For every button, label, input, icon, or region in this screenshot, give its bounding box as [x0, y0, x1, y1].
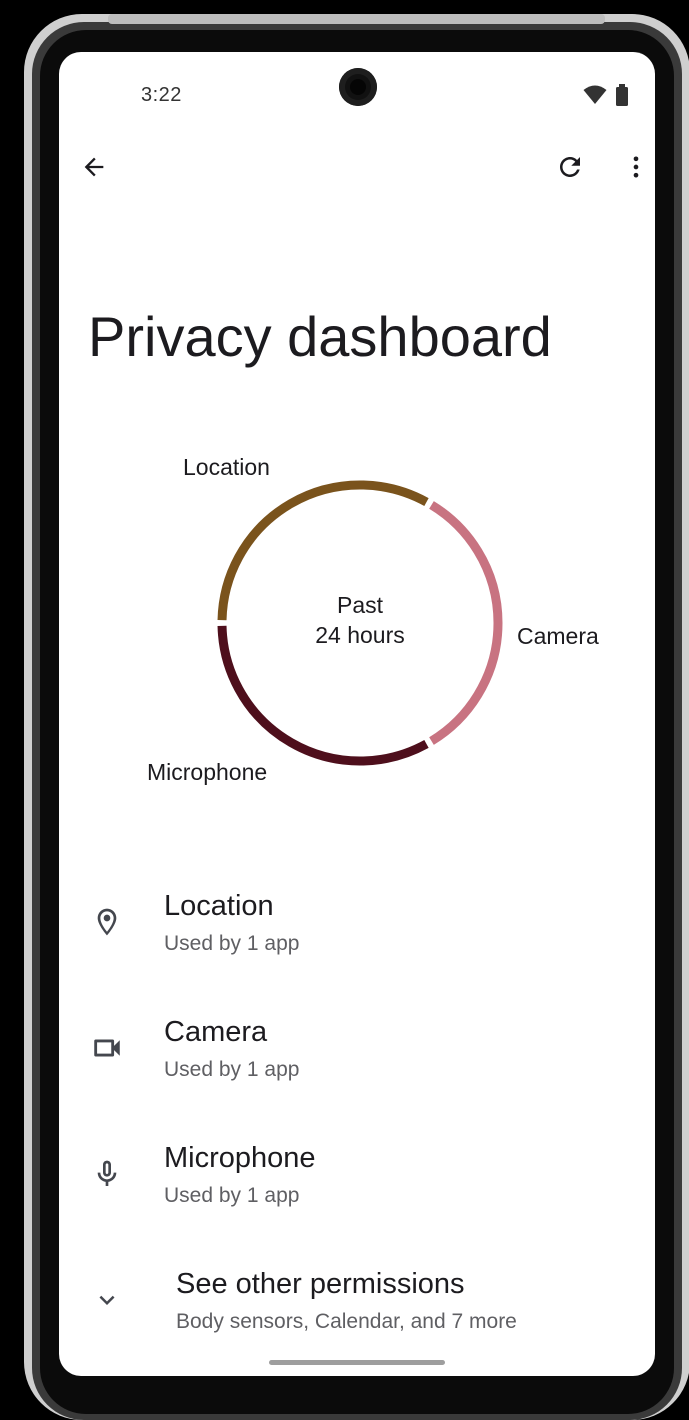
device-top-edge	[108, 14, 605, 24]
arrow-back-icon	[80, 153, 108, 186]
location-pin-icon	[87, 902, 127, 942]
microphone-icon	[87, 1154, 127, 1194]
permission-title: Location	[164, 890, 274, 922]
center-text-line-1: Past	[336, 592, 384, 618]
permission-title: Camera	[164, 1016, 268, 1048]
status-time: 3:22	[141, 84, 182, 106]
front-camera	[339, 68, 377, 106]
wifi-icon	[583, 85, 607, 110]
gesture-nav-handle[interactable]	[269, 1360, 445, 1365]
page-title: Privacy dashboard	[88, 305, 552, 368]
see-other-permissions-title: See other permissions	[176, 1268, 465, 1300]
battery-icon	[615, 84, 629, 111]
permission-row-microphone[interactable]: Microphone Used by 1 app	[59, 1124, 655, 1236]
phone-screen: 3:22 Privacy dashboard Location Camera M…	[59, 52, 655, 1376]
permission-subtitle: Used by 1 app	[164, 1058, 300, 1081]
status-icons	[583, 84, 629, 111]
chart-label-camera: Camera	[517, 623, 599, 649]
permission-subtitle: Used by 1 app	[164, 932, 300, 955]
permission-row-location[interactable]: Location Used by 1 app	[59, 872, 655, 984]
see-other-permissions-subtitle: Body sensors, Calendar, and 7 more	[176, 1310, 517, 1333]
center-text-line-2: 24 hours	[315, 622, 405, 648]
refresh-icon	[555, 152, 585, 187]
refresh-button[interactable]	[546, 145, 594, 193]
back-button[interactable]	[70, 145, 118, 193]
permission-subtitle: Used by 1 app	[164, 1184, 300, 1207]
usage-donut-chart: Location Camera Microphone Past 24 hours	[59, 432, 655, 832]
app-bar	[59, 142, 655, 198]
permission-row-camera[interactable]: Camera Used by 1 app	[59, 998, 655, 1110]
more-options-button[interactable]	[612, 145, 655, 193]
status-bar: 3:22	[59, 52, 655, 136]
chevron-down-icon	[87, 1280, 127, 1320]
permission-title: Microphone	[164, 1142, 316, 1174]
videocam-icon	[87, 1028, 127, 1068]
see-other-permissions-row[interactable]: See other permissions Body sensors, Cale…	[59, 1250, 655, 1362]
chart-center-text: Past 24 hours	[260, 590, 460, 650]
more-vert-icon	[622, 153, 650, 186]
